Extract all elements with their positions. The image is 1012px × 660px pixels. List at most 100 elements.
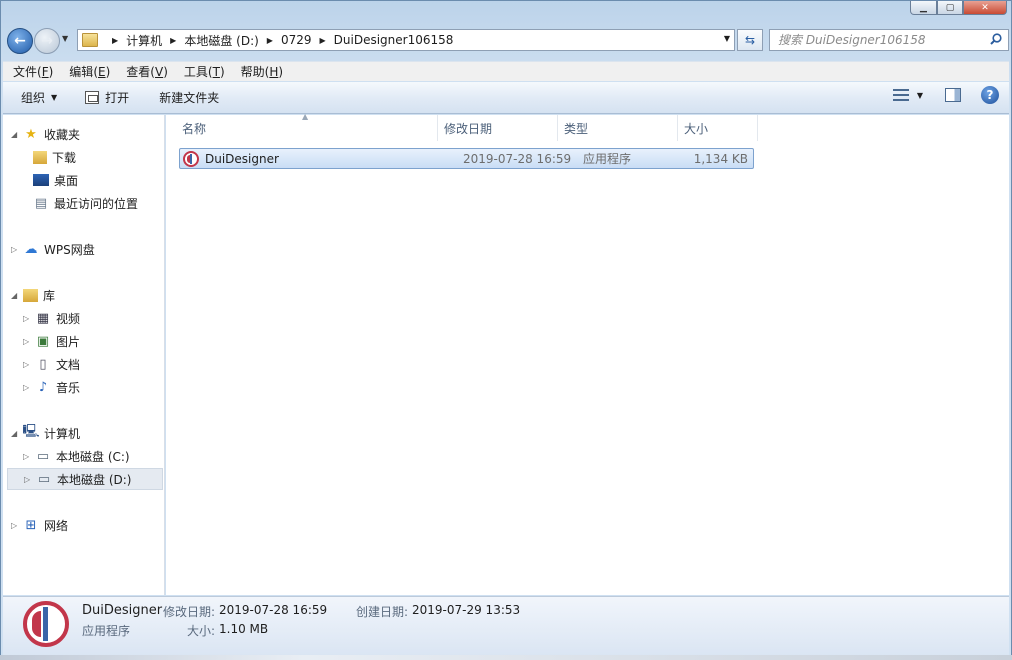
menu-view[interactable]: 查看(V) [116, 63, 174, 80]
menu-edit[interactable]: 编辑(E) [59, 63, 116, 80]
chevron-right-icon[interactable]: ▶ [320, 36, 326, 45]
new-folder-label: 新建文件夹 [159, 91, 220, 105]
open-button[interactable]: 打开 [77, 86, 137, 110]
column-type[interactable]: 类型 [558, 115, 678, 141]
chevron-right-icon[interactable]: ▶ [170, 36, 176, 45]
expanded-arrow-icon[interactable]: ◢ [11, 291, 21, 300]
address-bar[interactable]: ▶ 计算机 ▶ 本地磁盘 (D:) ▶ 0729 ▶ DuiDesigner10… [77, 29, 735, 51]
collapsed-arrow-icon[interactable]: ▷ [23, 314, 33, 323]
menu-edit-label: 编辑 [69, 65, 94, 79]
nav-downloads[interactable]: 下载 [33, 146, 76, 168]
new-folder-button[interactable]: 新建文件夹 [151, 86, 227, 110]
details-pane: DuiDesigner 应用程序 修改日期: 2019-07-28 16:59 … [3, 596, 1009, 656]
chevron-right-icon[interactable]: ▶ [112, 36, 118, 45]
breadcrumb-drive-d[interactable]: 本地磁盘 (D:) [184, 32, 258, 49]
nav-computer[interactable]: ◢ 🖳 计算机 [11, 422, 80, 444]
collapsed-arrow-icon[interactable]: ▷ [24, 475, 34, 484]
details-size-value: 1.10 MB [219, 622, 269, 636]
collapsed-arrow-icon[interactable]: ▷ [23, 383, 33, 392]
organize-button[interactable]: 组织 ▼ [13, 86, 65, 110]
forward-button[interactable]: → [34, 28, 60, 54]
minimize-button[interactable]: ▁ [910, 1, 937, 15]
nav-recent-places[interactable]: ▤ 最近访问的位置 [33, 192, 138, 214]
refresh-icon: ⇆ [744, 33, 756, 47]
nav-documents[interactable]: ▷ ▯ 文档 [23, 353, 80, 375]
menu-tools[interactable]: 工具(T) [174, 63, 231, 80]
nav-network-label: 网络 [44, 518, 69, 533]
menu-tools-key: T [212, 65, 220, 79]
collapsed-arrow-icon[interactable]: ▷ [23, 452, 33, 461]
address-dropdown-icon[interactable]: ▼ [724, 34, 730, 43]
nav-wps-cloud[interactable]: ▷ ☁ WPS网盘 [11, 238, 95, 260]
collapsed-arrow-icon[interactable]: ▷ [11, 521, 21, 530]
refresh-button[interactable]: ⇆ [737, 29, 763, 51]
column-type-label: 类型 [564, 121, 589, 136]
view-dropdown-icon[interactable]: ▼ [917, 91, 923, 100]
caret-down-icon: ▼ [51, 93, 58, 102]
menu-help-label: 帮助 [240, 65, 265, 79]
menu-tools-label: 工具 [183, 65, 208, 79]
nav-videos-label: 视频 [56, 311, 81, 326]
document-icon: ▯ [39, 356, 47, 372]
column-modified[interactable]: 修改日期 [438, 115, 558, 141]
address-row: ← → ▼ ▶ 计算机 ▶ 本地磁盘 (D:) ▶ 0729 ▶ DuiDesi… [5, 25, 1009, 57]
view-options-icon[interactable] [892, 89, 909, 101]
collapsed-arrow-icon[interactable]: ▷ [23, 337, 33, 346]
arrow-left-icon: ← [14, 33, 26, 49]
chevron-right-icon[interactable]: ▶ [267, 36, 273, 45]
collapsed-arrow-icon[interactable]: ▷ [11, 245, 21, 254]
column-size[interactable]: 大小 [678, 115, 758, 141]
nav-downloads-label: 下载 [52, 150, 77, 165]
nav-libraries[interactable]: ◢ 库 [11, 284, 55, 306]
close-button[interactable]: ✕ [963, 1, 1007, 15]
nav-documents-label: 文档 [56, 357, 81, 372]
recent-pages-dropdown[interactable]: ▼ [62, 34, 68, 43]
expanded-arrow-icon[interactable]: ◢ [11, 130, 21, 139]
nav-wps-label: WPS网盘 [44, 242, 95, 257]
menu-help[interactable]: 帮助(H) [231, 63, 289, 80]
maximize-button[interactable]: ▢ [937, 1, 963, 15]
nav-music[interactable]: ▷ ♪ 音乐 [23, 376, 80, 398]
nav-drive-c[interactable]: ▷ ▭ 本地磁盘 (C:) [23, 445, 130, 467]
menu-file[interactable]: 文件(F) [3, 63, 59, 80]
nav-desktop[interactable]: 桌面 [33, 169, 78, 191]
expanded-arrow-icon[interactable]: ◢ [11, 429, 21, 438]
details-modified-label: 修改日期: [163, 605, 216, 619]
nav-desktop-label: 桌面 [54, 173, 79, 188]
details-modified-value: 2019-07-28 16:59 [219, 603, 328, 617]
organize-label: 组织 [21, 91, 46, 105]
star-icon: ★ [25, 126, 37, 142]
details-created-label: 创建日期: [356, 605, 409, 619]
breadcrumb-current-folder[interactable]: DuiDesigner106158 [334, 33, 454, 47]
network-icon: ⊞ [25, 517, 37, 533]
menu-bar: 文件(F) 编辑(E) 查看(V) 工具(T) 帮助(H) [3, 61, 1009, 81]
file-name: DuiDesigner [205, 151, 279, 166]
preview-pane-icon[interactable] [945, 88, 961, 102]
column-name-label: 名称 [182, 121, 207, 136]
library-icon [23, 288, 38, 302]
file-list-area[interactable]: 名称 ▲ 修改日期 类型 大小 DuiDesigner 2019-07-28 1… [166, 112, 1009, 595]
search-icon[interactable] [990, 33, 1002, 45]
sort-up-icon: ▲ [302, 112, 309, 121]
search-input[interactable] [778, 33, 983, 47]
help-icon[interactable]: ? [981, 86, 999, 104]
breadcrumb-0729[interactable]: 0729 [281, 33, 312, 47]
column-name[interactable]: 名称 ▲ [176, 112, 438, 141]
nav-videos[interactable]: ▷ ▦ 视频 [23, 307, 80, 329]
search-box [769, 29, 1009, 51]
nav-favorites[interactable]: ◢ ★ 收藏夹 [11, 123, 80, 145]
nav-network[interactable]: ▷ ⊞ 网络 [11, 514, 68, 536]
collapsed-arrow-icon[interactable]: ▷ [23, 360, 33, 369]
arrow-right-icon: → [41, 33, 53, 49]
breadcrumb-computer[interactable]: 计算机 [126, 32, 162, 49]
file-row[interactable]: DuiDesigner 2019-07-28 16:59 应用程序 1,134 … [179, 148, 754, 169]
column-size-label: 大小 [684, 121, 709, 136]
back-button[interactable]: ← [7, 28, 33, 54]
file-size: 1,134 KB [693, 151, 748, 166]
nav-drive-d[interactable]: ▷ ▭ 本地磁盘 (D:) [7, 468, 163, 490]
menu-file-key: F [41, 65, 49, 79]
menu-view-label: 查看 [126, 65, 151, 79]
menu-help-key: H [269, 65, 279, 79]
nav-pictures[interactable]: ▷ ▣ 图片 [23, 330, 80, 352]
taskbar-edge [0, 655, 1012, 660]
